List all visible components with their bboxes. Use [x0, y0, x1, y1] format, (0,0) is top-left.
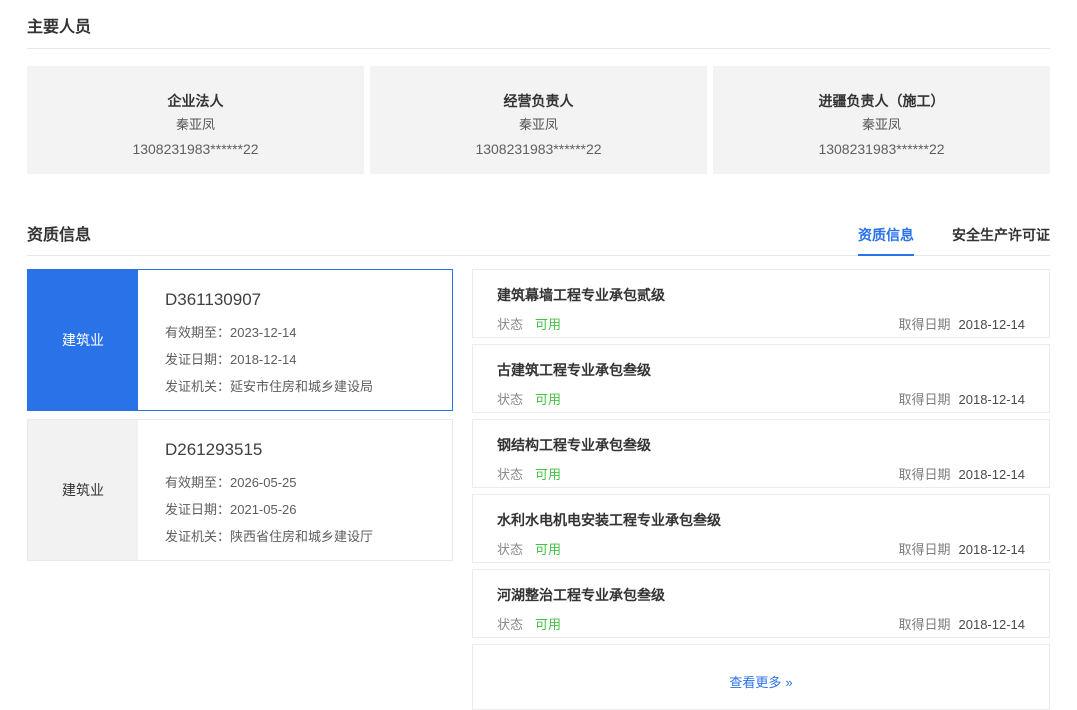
qualification-title: 资质信息 — [27, 221, 91, 255]
company-profile-page: 主要人员 企业法人 秦亚凤 1308231983******22 经营负责人 秦… — [0, 0, 1077, 710]
acquired-date-label: 取得日期 — [898, 317, 950, 332]
key-personnel-cards: 企业法人 秦亚凤 1308231983******22 经营负责人 秦亚凤 13… — [27, 66, 1050, 174]
person-role: 经营负责人 — [370, 89, 707, 113]
certificate-details: D261293515 有效期至：2026-05-25 发证日期：2021-05-… — [138, 420, 383, 560]
date-group: 取得日期 2018-12-14 — [898, 614, 1025, 633]
field-value: 延安市住房和城乡建设局 — [230, 379, 373, 394]
field-label: 发证日期： — [165, 502, 230, 517]
field-value: 陕西省住房和城乡建设厅 — [230, 529, 373, 544]
view-more-container: 查看更多 » — [472, 644, 1050, 710]
field-value: 2026-05-25 — [230, 475, 297, 490]
status-label: 状态 — [497, 317, 523, 332]
date-group: 取得日期 2018-12-14 — [898, 389, 1025, 408]
status-badge: 可用 — [535, 617, 561, 632]
field-value: 2021-05-26 — [230, 502, 297, 517]
tab-safety-production-license[interactable]: 安全生产许可证 — [952, 225, 1050, 255]
status-label: 状态 — [497, 392, 523, 407]
qualification-item-meta: 状态可用 取得日期 2018-12-14 — [497, 614, 1025, 633]
field-value: 2023-12-14 — [230, 325, 297, 340]
certificate-category-badge: 建筑业 — [28, 270, 138, 410]
certificate-card[interactable]: 建筑业 D361130907 有效期至：2023-12-14 发证日期：2018… — [27, 269, 453, 411]
person-name: 秦亚凤 — [370, 113, 707, 137]
person-card-business-manager: 经营负责人 秦亚凤 1308231983******22 — [370, 66, 707, 174]
certificate-valid-until: 有效期至：2026-05-25 — [165, 469, 373, 496]
status-badge: 可用 — [535, 542, 561, 557]
view-more-label: 查看更多 — [729, 675, 781, 690]
acquired-date-value: 2018-12-14 — [959, 467, 1026, 482]
acquired-date-value: 2018-12-14 — [959, 617, 1026, 632]
certificate-issue-date: 发证日期：2021-05-26 — [165, 496, 373, 523]
person-role: 进疆负责人（施工） — [713, 89, 1050, 113]
qualification-item: 建筑幕墙工程专业承包贰级 状态可用 取得日期 2018-12-14 — [472, 269, 1050, 338]
field-value: 2018-12-14 — [230, 352, 297, 367]
status-group: 状态可用 — [497, 614, 561, 633]
certificate-issuing-authority: 发证机关：陕西省住房和城乡建设厅 — [165, 523, 373, 550]
date-group: 取得日期 2018-12-14 — [898, 314, 1025, 333]
date-group: 取得日期 2018-12-14 — [898, 464, 1025, 483]
qualification-item-meta: 状态可用 取得日期 2018-12-14 — [497, 389, 1025, 408]
qualification-tabs: 资质信息 安全生产许可证 — [858, 225, 1050, 255]
field-label: 发证机关： — [165, 379, 230, 394]
qualification-item-list: 建筑幕墙工程专业承包贰级 状态可用 取得日期2018-12-14 古建筑工程专业… — [472, 269, 1050, 710]
status-label: 状态 — [497, 467, 523, 482]
person-card-legal-rep: 企业法人 秦亚凤 1308231983******22 — [27, 66, 364, 174]
status-label: 状态 — [497, 542, 523, 557]
qualification-item: 水利水电机电安装工程专业承包叁级 状态可用 取得日期 2018-12-14 — [472, 494, 1050, 563]
qualification-item: 钢结构工程专业承包叁级 状态可用 取得日期 2018-12-14 — [472, 419, 1050, 488]
person-name: 秦亚凤 — [27, 113, 364, 137]
certificate-number: D261293515 — [165, 440, 373, 460]
person-id-number: 1308231983******22 — [370, 137, 707, 161]
status-badge: 可用 — [535, 467, 561, 482]
double-chevron-right-icon: » — [785, 675, 792, 690]
certificate-valid-until: 有效期至：2023-12-14 — [165, 319, 373, 346]
qualification-item-name: 钢结构工程专业承包叁级 — [497, 435, 1025, 455]
key-personnel-header: 主要人员 — [27, 0, 1050, 49]
qualification-item-meta: 状态可用 取得日期 2018-12-14 — [497, 314, 1025, 333]
status-label: 状态 — [497, 617, 523, 632]
status-group: 状态可用 — [497, 389, 561, 408]
qualification-content: 建筑业 D361130907 有效期至：2023-12-14 发证日期：2018… — [27, 269, 1050, 710]
field-label: 发证日期： — [165, 352, 230, 367]
certificate-issuing-authority: 发证机关：延安市住房和城乡建设局 — [165, 373, 373, 400]
field-label: 发证机关： — [165, 529, 230, 544]
certificate-list: 建筑业 D361130907 有效期至：2023-12-14 发证日期：2018… — [27, 269, 453, 569]
certificate-card[interactable]: 建筑业 D261293515 有效期至：2026-05-25 发证日期：2021… — [27, 419, 453, 561]
certificate-details: D361130907 有效期至：2023-12-14 发证日期：2018-12-… — [138, 270, 383, 410]
key-personnel-title: 主要人员 — [27, 19, 91, 36]
certificate-issue-date: 发证日期：2018-12-14 — [165, 346, 373, 373]
certificate-number: D361130907 — [165, 290, 373, 310]
qualification-header: 资质信息 资质信息 安全生产许可证 — [27, 221, 1050, 256]
qualification-item-meta: 状态可用 取得日期 2018-12-14 — [497, 464, 1025, 483]
view-more-link[interactable]: 查看更多 » — [729, 675, 792, 690]
status-group: 状态可用 — [497, 464, 561, 483]
person-id-number: 1308231983******22 — [27, 137, 364, 161]
acquired-date-label: 取得日期 — [898, 392, 950, 407]
certificate-category-badge: 建筑业 — [28, 420, 138, 560]
acquired-date-label: 取得日期 — [898, 542, 950, 557]
qualification-item-name: 河湖整治工程专业承包叁级 — [497, 585, 1025, 605]
acquired-date-value: 2018-12-14 — [959, 317, 1026, 332]
status-badge: 可用 — [535, 317, 561, 332]
qualification-item-name: 建筑幕墙工程专业承包贰级 — [497, 285, 1025, 305]
acquired-date-label: 取得日期 — [898, 467, 950, 482]
date-group: 取得日期 2018-12-14 — [898, 539, 1025, 558]
qualification-item: 古建筑工程专业承包叁级 状态可用 取得日期 2018-12-14 — [472, 344, 1050, 413]
field-label: 有效期至： — [165, 475, 230, 490]
acquired-date-label: 取得日期 — [898, 617, 950, 632]
qualification-item-meta: 状态可用 取得日期 2018-12-14 — [497, 539, 1025, 558]
person-role: 企业法人 — [27, 89, 364, 113]
status-badge: 可用 — [535, 392, 561, 407]
field-label: 有效期至： — [165, 325, 230, 340]
tab-qualification-info[interactable]: 资质信息 — [858, 225, 914, 256]
person-card-xinjiang-manager: 进疆负责人（施工） 秦亚凤 1308231983******22 — [713, 66, 1050, 174]
qualification-item-name: 古建筑工程专业承包叁级 — [497, 360, 1025, 380]
status-group: 状态可用 — [497, 314, 561, 333]
qualification-item-name: 水利水电机电安装工程专业承包叁级 — [497, 510, 1025, 530]
qualification-item: 河湖整治工程专业承包叁级 状态可用 取得日期 2018-12-14 — [472, 569, 1050, 638]
person-id-number: 1308231983******22 — [713, 137, 1050, 161]
acquired-date-value: 2018-12-14 — [959, 542, 1026, 557]
acquired-date-value: 2018-12-14 — [959, 392, 1026, 407]
status-group: 状态可用 — [497, 539, 561, 558]
person-name: 秦亚凤 — [713, 113, 1050, 137]
